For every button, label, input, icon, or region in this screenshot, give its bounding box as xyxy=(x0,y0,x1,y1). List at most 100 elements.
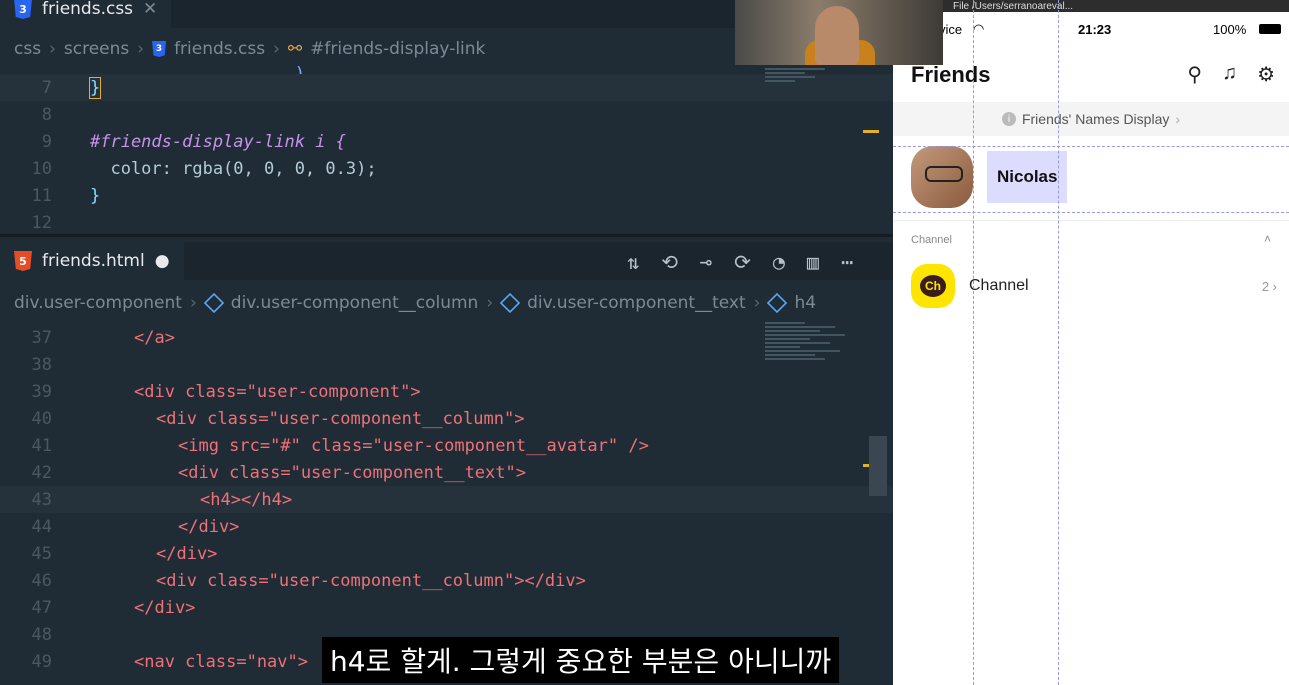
breadcrumb-item[interactable]: div.user-component xyxy=(14,293,182,313)
breadcrumb-item[interactable]: div.user-component__column xyxy=(231,293,479,313)
chevron-right-icon: › xyxy=(1175,111,1181,127)
code-line: 12 xyxy=(0,209,893,236)
code-text: <img src="#" class="user-component__avat… xyxy=(178,435,649,456)
inspector-guide xyxy=(893,146,1289,148)
page-title: Friends xyxy=(911,62,991,87)
line-number: 9 xyxy=(41,131,52,152)
settings-icon[interactable]: ⚙ xyxy=(1257,62,1275,87)
breadcrumb-item[interactable]: screens xyxy=(64,39,129,59)
code-text: } xyxy=(90,185,101,206)
editor-toolbar: ⇅ ⟲ ⊸ ⟳ ◔ ▥ ⋯ xyxy=(627,250,853,274)
tab-label: friends.html xyxy=(42,251,145,271)
go-back-icon[interactable]: ⟲ xyxy=(661,250,678,274)
channel-row[interactable]: Ch Channel 2 › xyxy=(911,264,1277,308)
chevron-right-icon: › xyxy=(273,39,280,59)
avatar xyxy=(911,146,973,208)
code-line: 9 #friends-display-link i { xyxy=(0,128,893,155)
element-icon xyxy=(767,292,788,314)
git-compare-icon[interactable]: ⇅ xyxy=(627,250,639,274)
element-icon xyxy=(203,292,224,314)
breadcrumb-item[interactable]: friends.css xyxy=(174,39,265,59)
line-number: 42 xyxy=(31,462,52,483)
code-text: </a> xyxy=(134,327,175,348)
channel-logo: Ch xyxy=(911,264,955,308)
line-number: 10 xyxy=(31,158,52,179)
info-icon: i xyxy=(1001,112,1016,126)
line-number: 37 xyxy=(31,327,52,348)
friends-display-link[interactable]: i Friends' Names Display › xyxy=(893,102,1289,136)
channel-name: Channel xyxy=(969,277,1029,294)
scrollbar-thumb[interactable] xyxy=(869,436,887,496)
line-number: 49 xyxy=(31,651,52,672)
commit-icon[interactable]: ⊸ xyxy=(700,250,712,274)
more-icon[interactable]: ⋯ xyxy=(841,250,853,274)
webcam-overlay xyxy=(735,0,943,65)
channel-count: 2 › xyxy=(1261,278,1277,294)
chevron-right-icon: › xyxy=(753,293,761,313)
css-icon: 3 xyxy=(14,0,32,19)
tab-label: friends.css xyxy=(42,0,134,19)
code-line: 11 } xyxy=(0,182,893,209)
code-text: #friends-display-link i { xyxy=(90,131,346,152)
browser-chrome: File /Users/serranoareval... xyxy=(893,0,1289,12)
editor-split-divider[interactable] xyxy=(0,234,893,237)
breadcrumb-item[interactable]: #friends-display-link xyxy=(310,39,485,59)
inspector-guide xyxy=(973,0,975,685)
breadcrumb-bottom: div.user-component › div.user-component_… xyxy=(0,288,893,318)
line-number: 11 xyxy=(31,185,52,206)
chevron-right-icon: › xyxy=(137,39,145,59)
line-number: 41 xyxy=(31,435,52,456)
video-subtitle: h4로 할게. 그렇게 중요한 부분은 아니니까 xyxy=(322,637,840,683)
line-number: 47 xyxy=(31,597,52,618)
inspector-guide xyxy=(1058,0,1060,685)
search-icon[interactable]: ⚲ xyxy=(1187,62,1202,87)
line-number: 38 xyxy=(31,354,52,375)
close-icon[interactable]: ✕ xyxy=(143,0,157,19)
line-number: 45 xyxy=(31,543,52,564)
chrome-text: File /Users/serranoareval... xyxy=(953,0,1074,12)
chevron-right-icon: › xyxy=(189,293,197,313)
code-text: <div class="user-component__column"></di… xyxy=(156,570,586,591)
code-line: 10 color: rgba(0, 0, 0, 0.3); xyxy=(0,155,893,182)
music-icon[interactable]: ♫ xyxy=(1222,62,1237,87)
git-lens-icon[interactable]: ◔ xyxy=(773,250,785,274)
user-component[interactable]: Nicolas xyxy=(911,146,1068,208)
minimap-top[interactable] xyxy=(765,66,865,106)
breadcrumb-item[interactable]: h4 xyxy=(794,293,816,313)
breadcrumb-item[interactable]: div.user-component__text xyxy=(527,293,746,313)
go-forward-icon[interactable]: ⟳ xyxy=(734,250,751,274)
code-text: } xyxy=(88,76,102,99)
code-text: </div> xyxy=(156,543,218,564)
html-icon: 5 xyxy=(14,251,32,271)
code-editor: 3 friends.css ✕ css › screens › 3 friend… xyxy=(0,0,893,685)
user-name: Nicolas xyxy=(987,151,1068,203)
ios-simulator: File /Users/serranoareval... vice ◠ 21:2… xyxy=(893,0,1289,685)
section-label: Channel xyxy=(911,234,952,246)
tab-bar-bottom: 5 friends.html ● ⇅ ⟲ ⊸ ⟳ ◔ ▥ ⋯ xyxy=(0,242,893,280)
line-number: 48 xyxy=(31,624,52,645)
css-icon: 3 xyxy=(152,41,167,57)
status-bar: vice ◠ 21:23 100% xyxy=(893,14,1289,44)
status-battery: 100% xyxy=(1213,21,1247,37)
line-number: 43 xyxy=(31,489,52,510)
code-line: 7 } xyxy=(0,74,893,101)
breadcrumb-item[interactable]: css xyxy=(14,39,41,59)
tab-friends-html[interactable]: 5 friends.html ● xyxy=(0,242,184,280)
split-editor-icon[interactable]: ▥ xyxy=(807,250,819,274)
line-number: 12 xyxy=(31,212,52,233)
banner-text: Friends' Names Display xyxy=(1021,111,1170,127)
tab-friends-css[interactable]: 3 friends.css ✕ xyxy=(0,0,172,28)
code-text: <div class="user-component__text"> xyxy=(178,462,526,483)
code-text: color: rgba(0, 0, 0, 0.3); xyxy=(90,158,377,179)
line-number: 44 xyxy=(31,516,52,537)
minimap-bottom[interactable] xyxy=(765,320,865,520)
code-text: <div class="user-component__column"> xyxy=(156,408,525,429)
chevron-right-icon: › xyxy=(486,293,494,313)
divider xyxy=(893,220,1289,221)
code-text: <h4></h4> xyxy=(200,489,293,510)
element-icon xyxy=(499,292,521,314)
modified-dot-icon[interactable]: ● xyxy=(155,251,170,271)
status-time: 21:23 xyxy=(1078,21,1112,37)
line-number: 46 xyxy=(31,570,52,591)
chevron-up-icon[interactable]: ˄ xyxy=(1264,232,1271,246)
